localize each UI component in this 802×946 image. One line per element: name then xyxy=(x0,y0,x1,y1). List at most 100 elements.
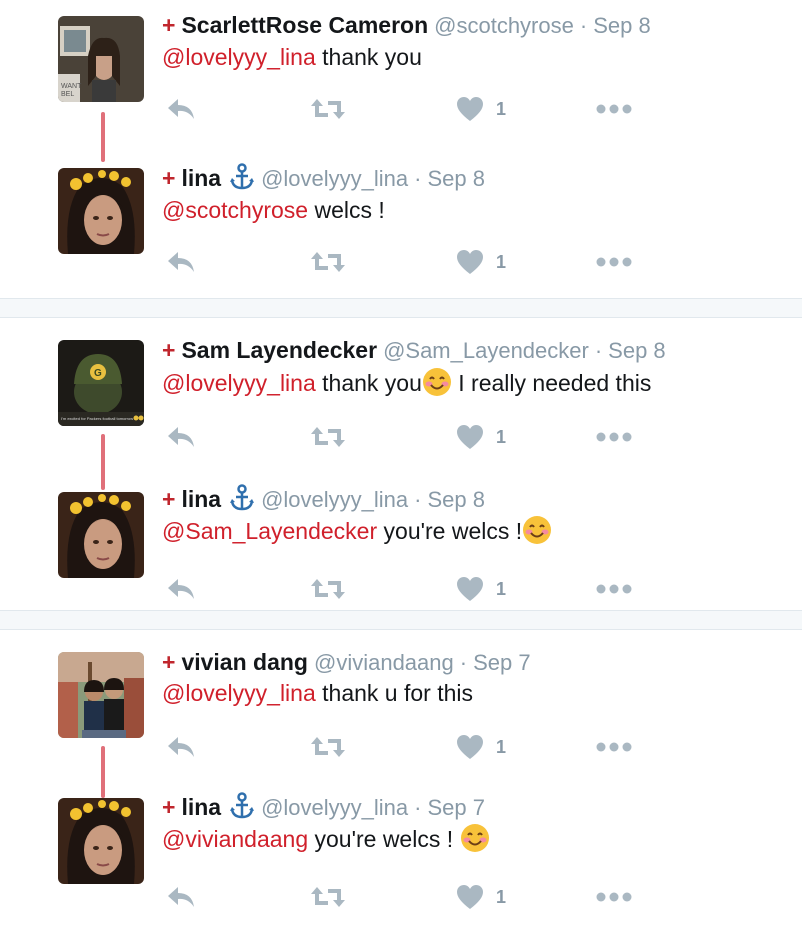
reply-icon xyxy=(168,252,194,272)
avatar[interactable] xyxy=(58,492,144,578)
like-button[interactable]: 1 xyxy=(456,574,506,604)
like-count: 1 xyxy=(496,251,507,272)
more-icon xyxy=(596,584,632,594)
like-count: 1 xyxy=(496,886,507,907)
separator-dot: · xyxy=(414,795,422,820)
tweet-timestamp[interactable]: Sep 8 xyxy=(427,166,485,191)
tweet-body: you're welcs ! xyxy=(308,826,460,852)
follow-plus-icon[interactable]: + xyxy=(162,337,175,363)
retweet-button[interactable] xyxy=(310,882,346,912)
author-name[interactable]: vivian dang xyxy=(181,649,308,675)
author-name[interactable]: lina xyxy=(181,486,221,512)
more-icon xyxy=(596,432,632,442)
heart-icon xyxy=(457,577,483,601)
reply-icon xyxy=(168,579,194,599)
avatar[interactable]: G I'm excited for Packers football tomor… xyxy=(58,340,144,426)
tweet-body: you're welcs ! xyxy=(377,518,523,544)
more-button[interactable] xyxy=(596,732,632,762)
reply-button[interactable] xyxy=(166,94,196,124)
tweet-timestamp[interactable]: Sep 8 xyxy=(427,487,485,512)
follow-plus-icon[interactable]: + xyxy=(162,794,175,820)
author-name[interactable]: lina xyxy=(181,165,221,191)
like-count: 1 xyxy=(496,578,507,599)
retweet-icon xyxy=(311,252,345,272)
tweet-header: + lina @lovelyyy_lina · Sep 7 xyxy=(162,792,485,822)
tweet-text: @lovelyyy_lina thank you I really needed… xyxy=(162,366,651,400)
retweet-button[interactable] xyxy=(310,732,346,762)
follow-plus-icon[interactable]: + xyxy=(162,486,175,512)
author-handle[interactable]: @lovelyyy_lina xyxy=(261,795,408,820)
like-button[interactable]: 1 xyxy=(456,732,506,762)
mention-link[interactable]: @lovelyyy_lina xyxy=(162,44,316,70)
conversation-thread-2: G I'm excited for Packers football tomor… xyxy=(0,318,802,610)
follow-plus-icon[interactable]: + xyxy=(162,649,175,675)
tweet-timestamp[interactable]: Sep 7 xyxy=(427,795,485,820)
avatar[interactable] xyxy=(58,168,144,254)
like-button[interactable]: 1 xyxy=(456,882,506,912)
retweet-button[interactable] xyxy=(310,247,346,277)
author-handle[interactable]: @lovelyyy_lina xyxy=(261,166,408,191)
author-handle[interactable]: @Sam_Layendecker xyxy=(383,338,589,363)
heart-icon xyxy=(457,425,483,449)
heart-icon xyxy=(457,250,483,274)
like-button[interactable]: 1 xyxy=(456,422,506,452)
like-count: 1 xyxy=(496,98,507,119)
reply-button[interactable] xyxy=(166,732,196,762)
more-button[interactable] xyxy=(596,94,632,124)
author-name[interactable]: Sam Layendecker xyxy=(181,337,377,363)
tweet-timestamp[interactable]: Sep 8 xyxy=(593,13,651,38)
avatar[interactable]: WANT BEL xyxy=(58,16,144,102)
reply-button[interactable] xyxy=(166,574,196,604)
like-button[interactable]: 1 xyxy=(456,247,506,277)
tweet[interactable]: G I'm excited for Packers football tomor… xyxy=(0,318,802,468)
more-button[interactable] xyxy=(596,247,632,277)
tweet-body: welcs ! xyxy=(308,197,385,223)
tweet-text: @Sam_Layendecker you're welcs ! xyxy=(162,514,552,548)
conversation-thread-3: + vivian dang @viviandaang · Sep 7 @lovelyyy… xyxy=(0,630,802,946)
tweet-text: @lovelyyy_lina thank u for this xyxy=(162,676,473,710)
mention-link[interactable]: @lovelyyy_lina xyxy=(162,370,316,396)
reply-button[interactable] xyxy=(166,882,196,912)
tweet[interactable]: + lina @lovelyyy_lina · Sep 8 @scotchyrose w… xyxy=(0,153,802,303)
tweet-body-continued: I really needed this xyxy=(451,370,652,396)
retweet-button[interactable] xyxy=(310,574,346,604)
retweet-button[interactable] xyxy=(310,422,346,452)
tweet-timestamp[interactable]: Sep 8 xyxy=(608,338,666,363)
author-handle[interactable]: @scotchyrose xyxy=(434,13,574,38)
tweet-body: thank you xyxy=(315,370,422,396)
author-handle[interactable]: @lovelyyy_lina xyxy=(261,487,408,512)
tweet[interactable]: + vivian dang @viviandaang · Sep 7 @lovelyyy… xyxy=(0,630,802,780)
author-name[interactable]: ScarlettRose Cameron xyxy=(181,12,428,38)
avatar[interactable] xyxy=(58,652,144,738)
author-name[interactable]: lina xyxy=(181,794,221,820)
reply-icon xyxy=(168,737,194,757)
more-button[interactable] xyxy=(596,882,632,912)
more-icon xyxy=(596,742,632,752)
separator-dot: · xyxy=(579,13,588,38)
tweet-header: + vivian dang @viviandaang · Sep 7 xyxy=(162,647,531,677)
mention-link[interactable]: @lovelyyy_lina xyxy=(162,680,316,706)
tweet[interactable]: WANT BEL + ScarlettRose Cameron @scotchyro… xyxy=(0,0,802,150)
retweet-button[interactable] xyxy=(310,94,346,124)
more-button[interactable] xyxy=(596,422,632,452)
author-handle[interactable]: @viviandaang xyxy=(314,650,454,675)
tweet-timestamp[interactable]: Sep 7 xyxy=(473,650,531,675)
tweet-text: @scotchyrose welcs ! xyxy=(162,193,385,227)
svg-text:BEL: BEL xyxy=(61,91,74,98)
tweet-text: @lovelyyy_lina thank you xyxy=(162,40,422,74)
mention-link[interactable]: @Sam_Layendecker xyxy=(162,518,377,544)
reply-button[interactable] xyxy=(166,422,196,452)
tweet[interactable]: + lina @lovelyyy_lina · Sep 7 @viviandaang y… xyxy=(0,786,802,936)
follow-plus-icon[interactable]: + xyxy=(162,165,175,191)
separator-dot: · xyxy=(594,338,603,363)
avatar[interactable] xyxy=(58,798,144,884)
more-icon xyxy=(596,104,632,114)
reply-button[interactable] xyxy=(166,247,196,277)
tweet-header: + Sam Layendecker @Sam_Layendecker · Sep 8 xyxy=(162,335,666,365)
mention-link[interactable]: @scotchyrose xyxy=(162,197,308,223)
follow-plus-icon[interactable]: + xyxy=(162,12,175,38)
mention-link[interactable]: @viviandaang xyxy=(162,826,308,852)
more-button[interactable] xyxy=(596,574,632,604)
tweet[interactable]: + lina @lovelyyy_lina · Sep 8 @Sam_Layendeck… xyxy=(0,474,802,624)
like-button[interactable]: 1 xyxy=(456,94,506,124)
